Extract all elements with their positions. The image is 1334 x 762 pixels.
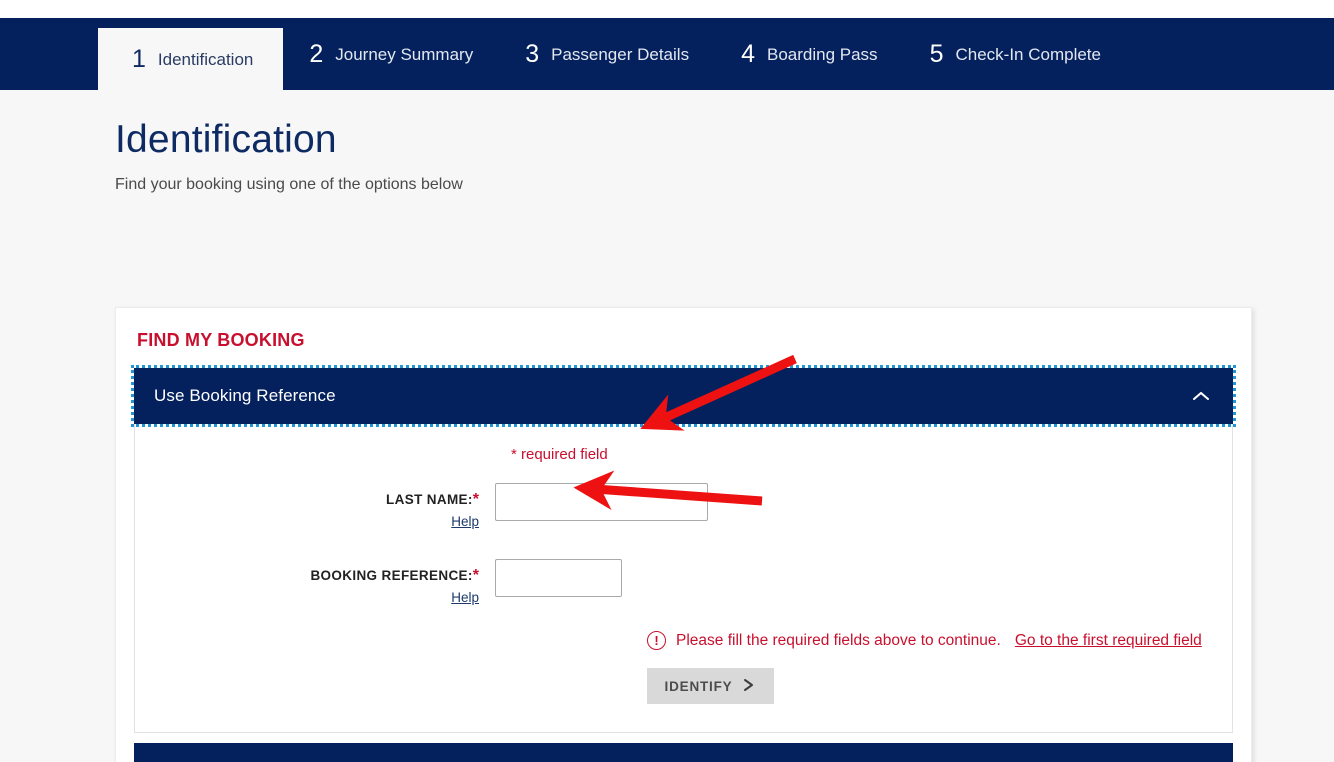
page-header: Identification Find your booking using o… [0,90,1334,194]
step-number: 3 [525,39,540,68]
form-label-booking-reference: BOOKING REFERENCE:* Help [135,559,495,605]
find-my-booking-card: FIND MY BOOKING Use Booking Reference * … [115,307,1252,762]
page-title: Identification [115,118,337,161]
browser-top-strip [0,0,1334,18]
step-number: 4 [741,39,755,68]
form-label-last-name: LAST NAME:* Help [135,483,495,529]
accordion-header-use-e-ticket-number[interactable]: Use E-Ticket Number [134,743,1233,762]
form-row-last-name: LAST NAME:* Help [135,483,1232,529]
last-name-input[interactable] [495,483,708,521]
step-number: 1 [132,44,146,73]
go-to-first-required-field-link[interactable]: Go to the first required field [1015,632,1202,650]
identify-button[interactable]: IDENTIFY [647,668,774,704]
accordion-label: Use Booking Reference [154,386,336,405]
checkin-stepper-bar: 1 Identification 2 Journey Summary 3 Pas… [0,18,1334,90]
validation-error-message: ! Please fill the required fields above … [647,631,1232,650]
step-tab-check-in-complete[interactable]: 5 Check-In Complete [904,18,1127,90]
accordion-header-use-booking-reference[interactable]: Use Booking Reference [131,365,1236,427]
step-tab-identification[interactable]: 1 Identification [98,28,284,90]
required-field-note: * required field [511,446,608,463]
identify-button-label: IDENTIFY [664,678,733,694]
accordion-body-use-booking-reference: * required field LAST NAME:* Help BOOKIN… [134,424,1233,733]
step-number: 2 [309,39,324,68]
chevron-up-icon[interactable] [1191,390,1211,402]
accordion-spacer [134,733,1233,743]
required-asterisk: * [472,491,479,508]
help-link-last-name[interactable]: Help [135,514,479,529]
booking-reference-input[interactable] [495,559,622,597]
step-tab-journey-summary[interactable]: 2 Journey Summary [283,18,499,90]
field-label-text: BOOKING REFERENCE: [310,568,473,583]
card-title: FIND MY BOOKING [137,330,305,350]
stepper-items: 1 Identification 2 Journey Summary 3 Pas… [98,18,1127,90]
accordion-use-booking-reference: Use Booking Reference * required field L… [131,365,1236,733]
step-tab-boarding-pass[interactable]: 4 Boarding Pass [715,18,903,90]
field-label-text: LAST NAME: [386,492,473,507]
step-label: Check-In Complete [955,44,1101,64]
step-tab-passenger-details[interactable]: 3 Passenger Details [499,18,715,90]
step-label: Journey Summary [335,44,474,64]
page-subtitle: Find your booking using one of the optio… [115,175,463,193]
step-label: Passenger Details [551,44,690,64]
step-number: 5 [929,39,944,68]
help-link-booking-reference[interactable]: Help [135,590,479,605]
exclamation-circle-icon: ! [647,631,666,650]
step-label: Identification [157,49,254,69]
required-asterisk: * [472,567,479,584]
page-content: Identification Find your booking using o… [0,90,1334,762]
step-label: Boarding Pass [766,44,878,64]
form-row-booking-reference: BOOKING REFERENCE:* Help [135,559,1232,605]
chevron-right-icon [742,677,756,696]
accordion-use-e-ticket-number: Use E-Ticket Number [134,743,1233,762]
error-text: Please fill the required fields above to… [676,631,1001,649]
